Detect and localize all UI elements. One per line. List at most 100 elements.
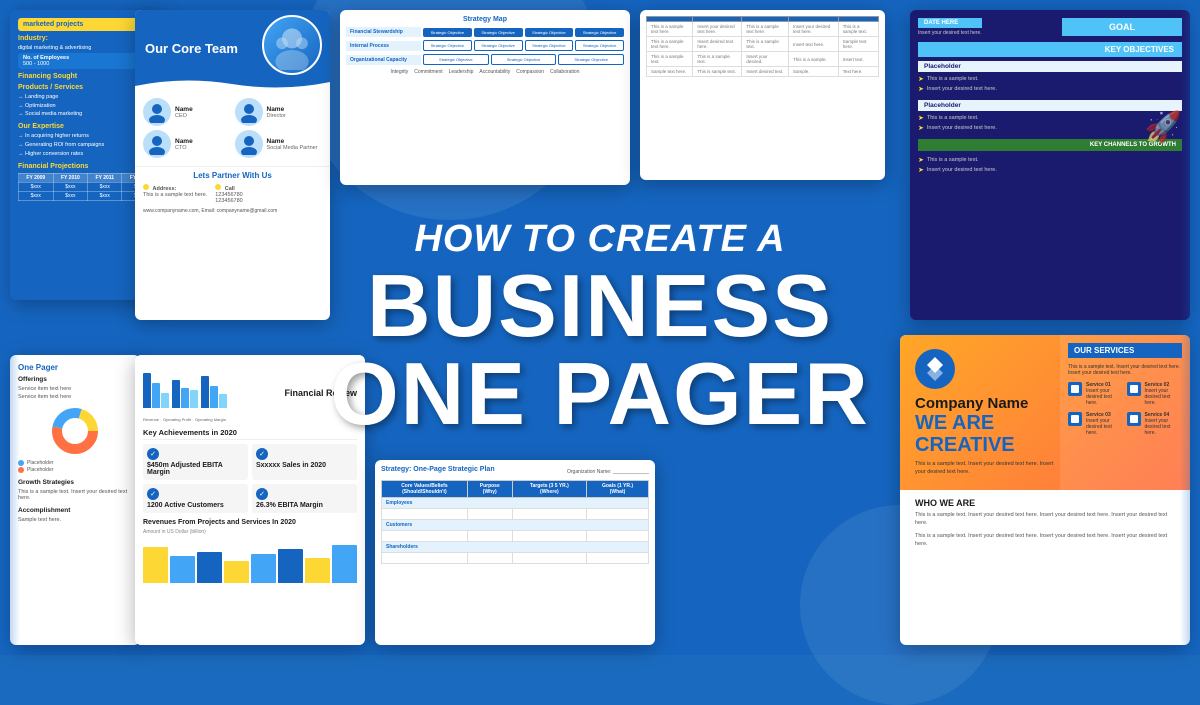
plan-cell [382, 509, 468, 520]
who-we-are-title: WHO WE ARE [915, 498, 1175, 508]
core-team-card: Our Core Team Name CEO [135, 10, 330, 320]
team-member-4: Name Social Media Partner [235, 130, 323, 158]
member-name-2: Name [267, 106, 286, 113]
email-text: Email: companyname@gmail.com [201, 208, 277, 214]
table-row: This is a sample text here. Insert your … [647, 22, 879, 37]
person-icon [238, 101, 260, 123]
plan-cell [467, 509, 512, 520]
table-cell: Sample text here. [838, 37, 878, 52]
service-text-1: Service 01Insert your desired text here. [1086, 382, 1124, 406]
member-info-1: Name CEO [175, 106, 193, 119]
achievement-2: ✓ Sxxxxx Sales in 2020 [252, 444, 357, 480]
member-role-2: Director [267, 113, 286, 119]
offering-item: Service item text here [18, 385, 132, 393]
bar-revenue [201, 376, 209, 408]
member-name-4: Name [267, 138, 318, 145]
offerings-section: Offerings Service item text here Service… [18, 376, 132, 401]
goal-section: GOAL [1062, 18, 1182, 36]
bar-group-2 [172, 380, 198, 408]
objectives-card: DATE HERE Insert your desired text here.… [910, 10, 1190, 320]
member-info-3: Name CTO [175, 138, 193, 151]
address-block: Address: This is a sample text here. [143, 184, 207, 204]
bar-labels: Revenue Operating Profit Operating Margi… [143, 417, 227, 422]
center-title-block: HOW TO CREATE A BUSINESS ONE PAGER [320, 217, 880, 439]
insert-date-text: Insert your desired text here. [918, 30, 982, 36]
legend-dot-icon [18, 460, 24, 466]
table-cell: Insert your desired. [742, 52, 789, 67]
plan-data-row [382, 531, 649, 542]
fy-cell: $xxx [53, 182, 88, 191]
bar-op-profit [152, 383, 160, 408]
strategy-values: Integrity Commitment Leadership Accounta… [346, 69, 624, 75]
placeholder-item-2: ➤ Insert your desired text here. [918, 84, 1182, 94]
revenue-subtitle: Amount in US Dollar (billion) [143, 529, 357, 535]
achievement-1: ✓ $450m Adjusted EBITA Margin [143, 444, 248, 480]
team-title: Our Core Team [145, 41, 320, 56]
services-grid: Service 01Insert your desired text here.… [1068, 382, 1182, 439]
table-cell: Insert desired text. [742, 67, 789, 77]
placeholder-text-2: Insert your desired text here. [927, 86, 997, 92]
placeholder-text-4: Insert your desired text here. [927, 125, 997, 131]
member-avatar-2 [235, 98, 263, 126]
table-cell: Insert text. [838, 52, 878, 67]
achievement-icon-3: ✓ [147, 488, 159, 500]
key-objectives-title: KEY OBJECTIVES [918, 42, 1182, 57]
plan-col-2: Purpose(Why) [467, 481, 512, 498]
table-cell: This is sample text. [693, 67, 742, 77]
placeholder-block-2: Placeholder ➤ This is a sample text. ➤ I… [918, 100, 1182, 133]
donut-chart [50, 406, 100, 456]
accomplishment-section: Accomplishment Sample text here. [18, 507, 132, 524]
rev-bar-5 [251, 554, 276, 583]
table-cell: This is a sample text. [693, 52, 742, 67]
service-item-4: Service 04Insert your desired text here. [1127, 412, 1183, 436]
strategic-obj-box: Strategic Objective [525, 28, 574, 37]
fy-cell: $xxx [88, 182, 122, 191]
company-card: Company Name WE ARE CREATIVE This is a s… [900, 335, 1190, 645]
section-label-shareholders: Shareholders [382, 542, 649, 553]
value-item: Compassion [516, 69, 544, 75]
rev-bar-7 [305, 558, 330, 583]
placeholder-title-2: Placeholder [918, 100, 1182, 111]
date-badge: DATE HERE [918, 18, 982, 28]
service-icon-svg [1129, 384, 1139, 394]
services-section: OUR SERVICES This is a sample text. Inse… [1060, 335, 1190, 490]
website-text: www.companyname.com, [143, 208, 201, 214]
growth-section: Growth Strategies This is a sample text.… [18, 479, 132, 502]
placeholder-item-1: ➤ This is a sample text. [918, 74, 1182, 84]
person-icon [146, 101, 168, 123]
strategy-row-1: Financial Stewardship Strategic Objectiv… [346, 27, 624, 37]
plan-cell [512, 509, 586, 520]
table-cell: This is a sample text here. [742, 22, 789, 37]
fy-col-3: FY 2011 [88, 173, 122, 182]
service-icon-svg [1070, 384, 1080, 394]
org-name-label: Organization Name: _____________ [567, 469, 649, 475]
strategy-boxes-3: Strategic Objective Strategic Objective … [423, 54, 624, 65]
plan-section-employees: Employees [382, 498, 649, 509]
plan-col-4: Goals (1 YR.)(What) [587, 481, 649, 498]
bar-chart-container: Revenue Operating Profit Operating Margi… [143, 363, 227, 422]
person-icon [238, 133, 260, 155]
partner-contact: Address: This is a sample text here. Cal… [143, 184, 322, 204]
table-cell: This is a sample text. [838, 22, 878, 37]
table-cell: This is a sample text. [647, 52, 693, 67]
channels-item-1: ➤ This is a sample text. [918, 155, 1182, 165]
service-text-2: Service 02Insert your desired text here. [1145, 382, 1183, 406]
strategic-obj-box: Strategic Objective [575, 28, 624, 37]
arrow-icon: ➤ [918, 114, 924, 122]
left-bottom-card: One Pager Offerings Service item text he… [10, 355, 140, 645]
plan-cell [382, 553, 468, 564]
one-pager-plan-title: Strategy: One-Page Strategic Plan [381, 466, 495, 473]
service-text-4: Service 04Insert your desired text here. [1145, 412, 1183, 436]
member-role-1: CEO [175, 113, 193, 119]
achievement-icon-4: ✓ [256, 488, 268, 500]
plan-section-shareholders: Shareholders [382, 542, 649, 553]
service-icon-1 [1068, 382, 1082, 396]
bar-revenue [172, 380, 180, 408]
revenue-bar-chart [143, 538, 357, 583]
bar-chart [143, 363, 227, 408]
bar-label-profit: Operating Profit [163, 417, 191, 422]
offerings-label: Offerings [18, 376, 132, 383]
member-avatar-3 [143, 130, 171, 158]
table-row: This is a sample text. This is a sample … [647, 52, 879, 67]
table-cell: Insert desired text here. [693, 37, 742, 52]
